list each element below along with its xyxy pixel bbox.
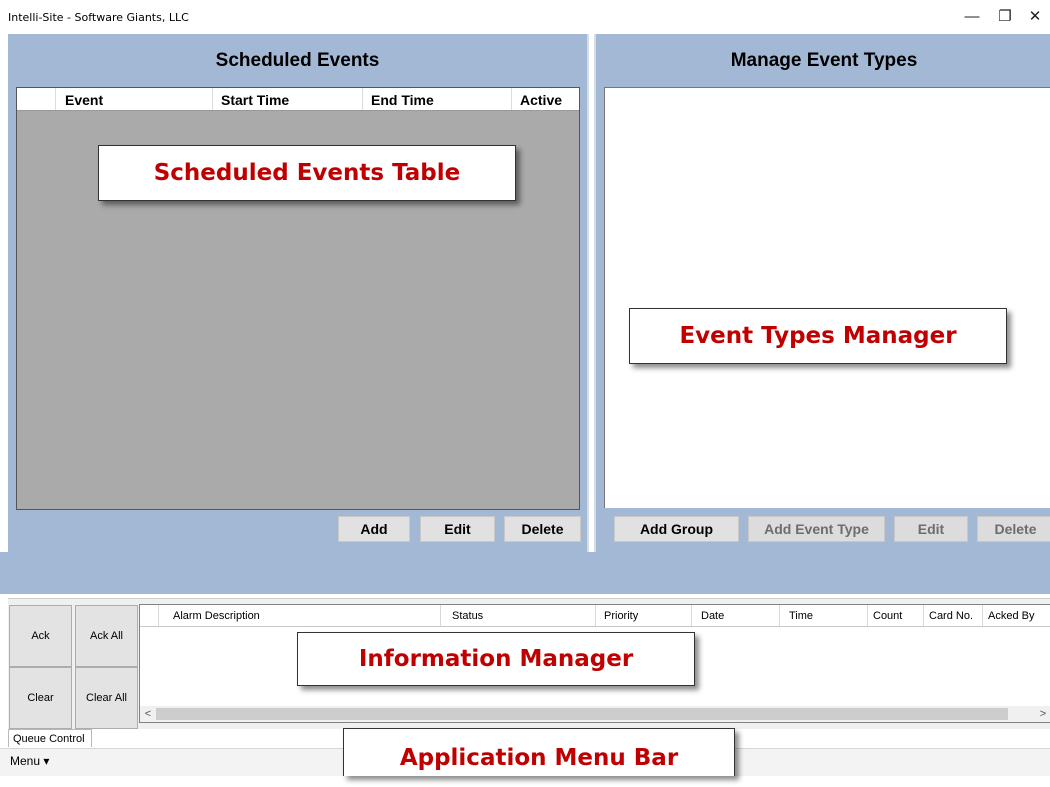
ack-button[interactable]: Ack bbox=[9, 605, 72, 667]
column-separator bbox=[779, 605, 780, 626]
column-header-active[interactable]: Active bbox=[520, 92, 562, 108]
column-separator bbox=[867, 605, 868, 626]
panel-footer-band bbox=[0, 552, 1050, 594]
column-header-date[interactable]: Date bbox=[701, 610, 724, 622]
column-header-acked-by[interactable]: Acked By bbox=[988, 610, 1034, 622]
column-separator bbox=[595, 605, 596, 626]
manage-event-types-panel: Manage Event Types Add Group Add Event T… bbox=[594, 34, 1050, 552]
column-separator bbox=[691, 605, 692, 626]
callout-information-manager: Information Manager bbox=[297, 632, 695, 686]
column-header-alarm-description[interactable]: Alarm Description bbox=[173, 610, 260, 622]
minimize-icon[interactable]: — bbox=[957, 6, 987, 28]
add-group-button[interactable]: Add Group bbox=[614, 516, 739, 542]
clear-button[interactable]: Clear bbox=[9, 667, 72, 729]
edit-event-button[interactable]: Edit bbox=[420, 516, 495, 542]
title-bar: Intelli-Site - Software Giants, LLC — ❐ … bbox=[0, 0, 1050, 32]
edit-event-type-button[interactable]: Edit bbox=[894, 516, 968, 542]
alarm-grid-header: Alarm Description Status Priority Date T… bbox=[140, 605, 1050, 627]
delete-event-button[interactable]: Delete bbox=[504, 516, 581, 542]
column-header-priority[interactable]: Priority bbox=[604, 610, 638, 622]
column-header-event[interactable]: Event bbox=[65, 92, 103, 108]
scroll-right-icon[interactable]: > bbox=[1035, 706, 1050, 722]
scroll-left-icon[interactable]: < bbox=[140, 706, 156, 722]
scheduled-events-grid-header: Event Start Time End Time Active bbox=[17, 88, 579, 111]
column-separator bbox=[158, 605, 159, 626]
column-header-count[interactable]: Count bbox=[873, 610, 902, 622]
callout-application-menu-bar: Application Menu Bar bbox=[343, 728, 735, 776]
column-header-time[interactable]: Time bbox=[789, 610, 813, 622]
menu-dropdown-button[interactable]: Menu ▾ bbox=[10, 754, 49, 768]
callout-scheduled-events-table: Scheduled Events Table bbox=[98, 145, 516, 201]
scheduled-events-panel: Scheduled Events Event Start Time End Ti… bbox=[8, 34, 589, 552]
column-separator bbox=[212, 88, 213, 110]
clear-all-button[interactable]: Clear All bbox=[75, 667, 138, 729]
column-header-end-time[interactable]: End Time bbox=[371, 92, 434, 108]
manage-event-types-title: Manage Event Types bbox=[730, 50, 918, 71]
callout-event-types-manager: Event Types Manager bbox=[629, 308, 1007, 364]
column-separator bbox=[982, 605, 983, 626]
column-separator bbox=[923, 605, 924, 626]
add-event-type-button[interactable]: Add Event Type bbox=[748, 516, 885, 542]
close-icon[interactable]: ✕ bbox=[1020, 6, 1050, 28]
restore-icon[interactable]: ❐ bbox=[990, 6, 1020, 28]
column-header-card-no[interactable]: Card No. bbox=[929, 610, 973, 622]
column-separator bbox=[511, 88, 512, 110]
alarm-grid-horizontal-scrollbar[interactable]: < > bbox=[140, 706, 1050, 722]
scheduled-events-title: Scheduled Events bbox=[215, 50, 380, 71]
column-header-status[interactable]: Status bbox=[452, 610, 483, 622]
event-types-tree[interactable] bbox=[604, 87, 1050, 508]
column-header-start-time[interactable]: Start Time bbox=[221, 92, 289, 108]
window-title: Intelli-Site - Software Giants, LLC bbox=[8, 11, 189, 24]
column-separator bbox=[55, 88, 56, 110]
scrollbar-thumb[interactable] bbox=[156, 708, 1008, 720]
column-separator bbox=[440, 605, 441, 626]
tab-queue-control[interactable]: Queue Control bbox=[8, 729, 92, 747]
delete-event-type-button[interactable]: Delete bbox=[977, 516, 1050, 542]
ack-all-button[interactable]: Ack All bbox=[75, 605, 138, 667]
add-event-button[interactable]: Add bbox=[338, 516, 410, 542]
column-separator bbox=[362, 88, 363, 110]
